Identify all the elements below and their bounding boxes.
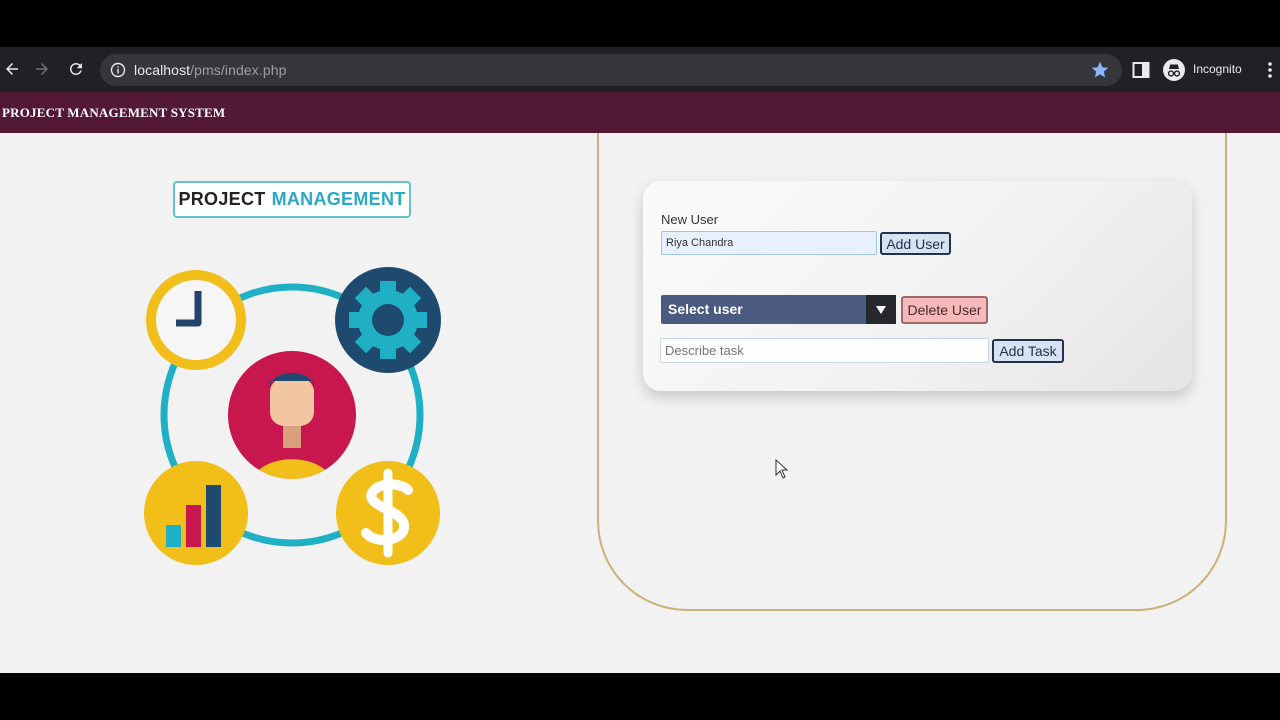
logo-word-management: MANAGEMENT	[271, 189, 406, 209]
delete-user-button[interactable]: Delete User	[901, 296, 988, 324]
person-avatar-icon	[228, 351, 356, 479]
project-management-logo: PROJECT MANAGEMENT	[173, 181, 411, 218]
url-text: localhost/pms/index.php	[134, 62, 287, 78]
more-menu-icon[interactable]	[1264, 60, 1276, 80]
reload-icon[interactable]	[64, 57, 88, 81]
add-task-button[interactable]: Add Task	[992, 339, 1064, 363]
mouse-cursor-icon	[775, 459, 789, 479]
logo-word-project: PROJECT	[178, 189, 266, 209]
incognito-label: Incognito	[1193, 62, 1242, 76]
address-bar[interactable]: localhost/pms/index.php	[100, 54, 1122, 86]
bookmark-star-icon[interactable]	[1090, 60, 1110, 80]
select-user-value: Select user	[668, 301, 743, 317]
dropdown-arrow-icon[interactable]	[866, 295, 896, 324]
describe-task-input[interactable]	[660, 338, 989, 363]
site-header: PROJECT MANAGEMENT SYSTEM	[0, 92, 1280, 133]
letterbox-bottom	[0, 673, 1280, 720]
gear-icon	[335, 267, 441, 373]
info-icon[interactable]	[110, 62, 126, 78]
project-management-illustration	[144, 267, 441, 565]
dollar-icon	[336, 461, 440, 565]
clock-icon	[146, 270, 246, 370]
browser-toolbar: localhost/pms/index.php Incognito	[0, 47, 1280, 92]
select-user-dropdown[interactable]: Select user	[661, 295, 896, 324]
site-title: PROJECT MANAGEMENT SYSTEM	[2, 105, 226, 120]
side-panel-icon[interactable]	[1132, 61, 1150, 79]
add-user-button[interactable]: Add User	[880, 232, 951, 255]
new-user-input[interactable]	[661, 231, 877, 255]
forward-arrow-icon[interactable]	[30, 57, 54, 81]
bar-chart-icon	[144, 461, 248, 565]
new-user-label: New User	[661, 212, 719, 227]
back-arrow-icon[interactable]	[0, 57, 24, 81]
incognito-icon[interactable]	[1163, 59, 1185, 81]
